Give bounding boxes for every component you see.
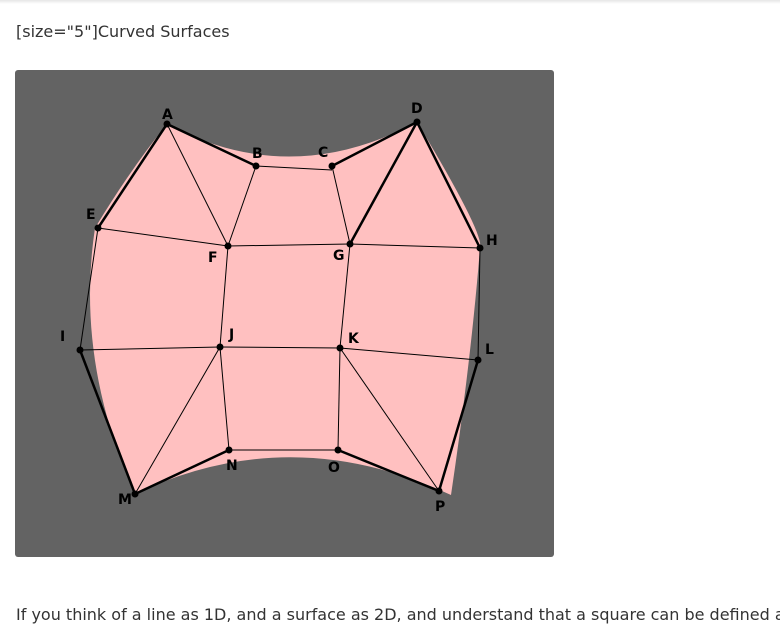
label-D: D [411, 101, 423, 117]
label-L: L [485, 342, 494, 358]
post-title: [size="5"]Curved Surfaces [16, 22, 230, 41]
label-B: B [252, 146, 263, 162]
curved-surface-diagram: A B C D E F G H I J K L M N O P [60, 101, 498, 515]
point-H[interactable] [476, 244, 484, 252]
page: [size="5"]Curved Surfaces A B C D E F G … [0, 0, 780, 627]
point-L[interactable] [474, 356, 482, 364]
point-M[interactable] [131, 490, 139, 498]
top-bar-shadow [0, 0, 780, 4]
point-D[interactable] [413, 118, 421, 126]
point-F[interactable] [224, 242, 232, 250]
label-N: N [226, 458, 238, 474]
point-G[interactable] [346, 240, 354, 248]
point-J[interactable] [216, 343, 224, 351]
point-K[interactable] [336, 344, 344, 352]
label-E: E [86, 207, 96, 223]
label-H: H [486, 233, 498, 249]
curved-surface-patch [90, 122, 481, 495]
label-C: C [318, 145, 328, 161]
label-J: J [228, 327, 234, 343]
point-E[interactable] [94, 224, 102, 232]
point-I[interactable] [76, 346, 84, 354]
point-O[interactable] [334, 446, 342, 454]
curved-surface-figure: A B C D E F G H I J K L M N O P [15, 70, 554, 557]
label-K: K [348, 331, 360, 347]
point-N[interactable] [225, 446, 233, 454]
label-F: F [208, 250, 218, 266]
label-P: P [435, 499, 445, 515]
post-body-text: If you think of a line as 1D, and a surf… [16, 605, 780, 624]
point-P[interactable] [435, 487, 443, 495]
label-O: O [328, 460, 340, 476]
label-I: I [60, 329, 65, 345]
point-B[interactable] [252, 162, 260, 170]
point-C[interactable] [328, 162, 336, 170]
label-M: M [118, 492, 132, 508]
label-A: A [162, 107, 173, 123]
label-G: G [333, 248, 345, 264]
